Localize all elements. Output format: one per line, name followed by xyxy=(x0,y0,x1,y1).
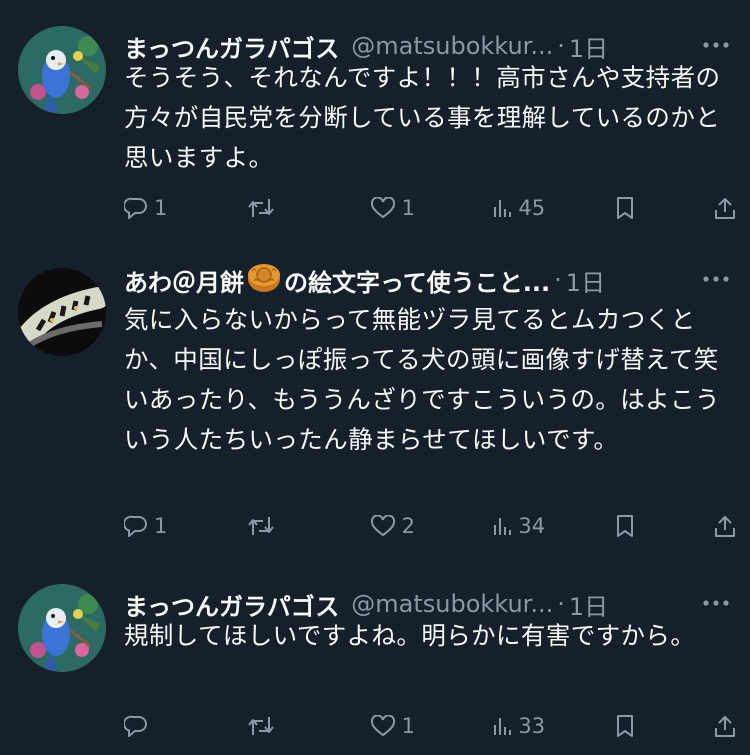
tweet-header: あわ＠月餅 の絵文字って使うこと... · 1日 xyxy=(124,260,736,300)
separator-dot: · xyxy=(557,32,565,60)
tweet-text: 気に入らないからって無能ヅラ見てるとムカつくとか、中国にしっぽ振ってる犬の頭に画… xyxy=(124,305,720,454)
parakeet-avatar-icon[interactable] xyxy=(18,26,106,114)
user-handle[interactable]: @matsubokkur... xyxy=(351,32,553,60)
bookmark-button[interactable] xyxy=(615,196,651,220)
heart-icon xyxy=(370,715,395,737)
reply-icon xyxy=(124,197,147,219)
like-button[interactable]: 1 xyxy=(370,714,430,738)
reply-icon xyxy=(124,715,147,737)
heart-icon xyxy=(370,197,395,219)
share-button[interactable] xyxy=(714,714,736,738)
reply-feed: まっつんガラパゴス @matsubokkur... · 1日 そうそう、それなん… xyxy=(0,0,750,755)
user-handle[interactable]: @matsubokkur... xyxy=(351,590,553,618)
tweet[interactable]: まっつんガラパゴス @matsubokkur... · 1日 そうそう、それなん… xyxy=(0,26,750,236)
views-button[interactable]: 34 xyxy=(492,514,552,538)
views-chart-icon xyxy=(494,200,512,217)
like-button[interactable]: 1 xyxy=(370,196,430,220)
reply-button[interactable] xyxy=(124,715,184,737)
share-icon xyxy=(714,716,735,737)
separator-dot: · xyxy=(554,266,562,294)
retweet-button[interactable] xyxy=(247,515,307,537)
display-name[interactable]: あわ＠月餅 の絵文字って使うこと... xyxy=(124,261,550,299)
views-chart-icon xyxy=(494,518,512,535)
retweet-button[interactable] xyxy=(247,715,307,737)
tweet-actions: 1 2 34 xyxy=(124,506,736,546)
tweet-text: 規制してほしいですよね。明らかに有害ですから。 xyxy=(124,621,696,650)
more-options-icon[interactable] xyxy=(696,586,736,620)
retweet-icon xyxy=(248,717,274,735)
timestamp[interactable]: 1日 xyxy=(566,263,605,298)
share-button[interactable] xyxy=(714,196,736,220)
like-button[interactable]: 2 xyxy=(370,514,430,538)
like-count: 1 xyxy=(401,196,415,220)
reply-count: 1 xyxy=(154,196,168,220)
reply-button[interactable]: 1 xyxy=(124,196,184,220)
views-button[interactable]: 45 xyxy=(492,196,552,220)
bookmark-icon xyxy=(617,197,634,219)
separator-dot: · xyxy=(557,590,565,618)
view-count: 34 xyxy=(518,514,546,538)
tweet-actions: 1 33 xyxy=(124,706,736,746)
view-count: 33 xyxy=(518,714,546,738)
views-button[interactable]: 33 xyxy=(492,714,552,738)
reply-count: 1 xyxy=(154,514,168,538)
more-options-icon[interactable] xyxy=(696,262,736,296)
tweet[interactable]: まっつんガラパゴス @matsubokkur... · 1日 規制してほしいです… xyxy=(0,584,750,755)
bookmark-icon xyxy=(617,715,634,737)
mooncake-emoji-icon xyxy=(246,261,282,299)
retweet-button[interactable] xyxy=(247,197,307,219)
view-count: 45 xyxy=(518,196,546,220)
reply-icon xyxy=(124,515,147,537)
retweet-icon xyxy=(248,199,274,217)
like-count: 2 xyxy=(401,514,415,538)
tweet-text: そうそう、それなんですよ！！！高市さんや支持者の方々が自民党を分断している事を理… xyxy=(124,63,721,172)
caterpillar-avatar-icon[interactable] xyxy=(18,268,106,356)
bookmark-button[interactable] xyxy=(615,714,651,738)
tweet-actions: 1 1 45 xyxy=(124,188,736,228)
display-name-part2: の絵文字って使うこと... xyxy=(284,268,551,297)
views-chart-icon xyxy=(494,718,512,735)
tweet[interactable]: あわ＠月餅 の絵文字って使うこと... · 1日 気に入らないからって無能ヅラ見… xyxy=(0,264,750,554)
share-button[interactable] xyxy=(714,514,736,538)
parakeet-avatar-icon[interactable] xyxy=(18,584,106,672)
retweet-icon xyxy=(248,517,274,535)
more-options-icon[interactable] xyxy=(696,28,736,62)
heart-icon xyxy=(370,515,395,537)
reply-button[interactable]: 1 xyxy=(124,514,184,538)
share-icon xyxy=(714,198,735,219)
bookmark-icon xyxy=(617,515,634,537)
share-icon xyxy=(714,516,735,537)
bookmark-button[interactable] xyxy=(615,514,651,538)
display-name-part1: あわ＠月餅 xyxy=(124,268,244,297)
like-count: 1 xyxy=(401,714,415,738)
